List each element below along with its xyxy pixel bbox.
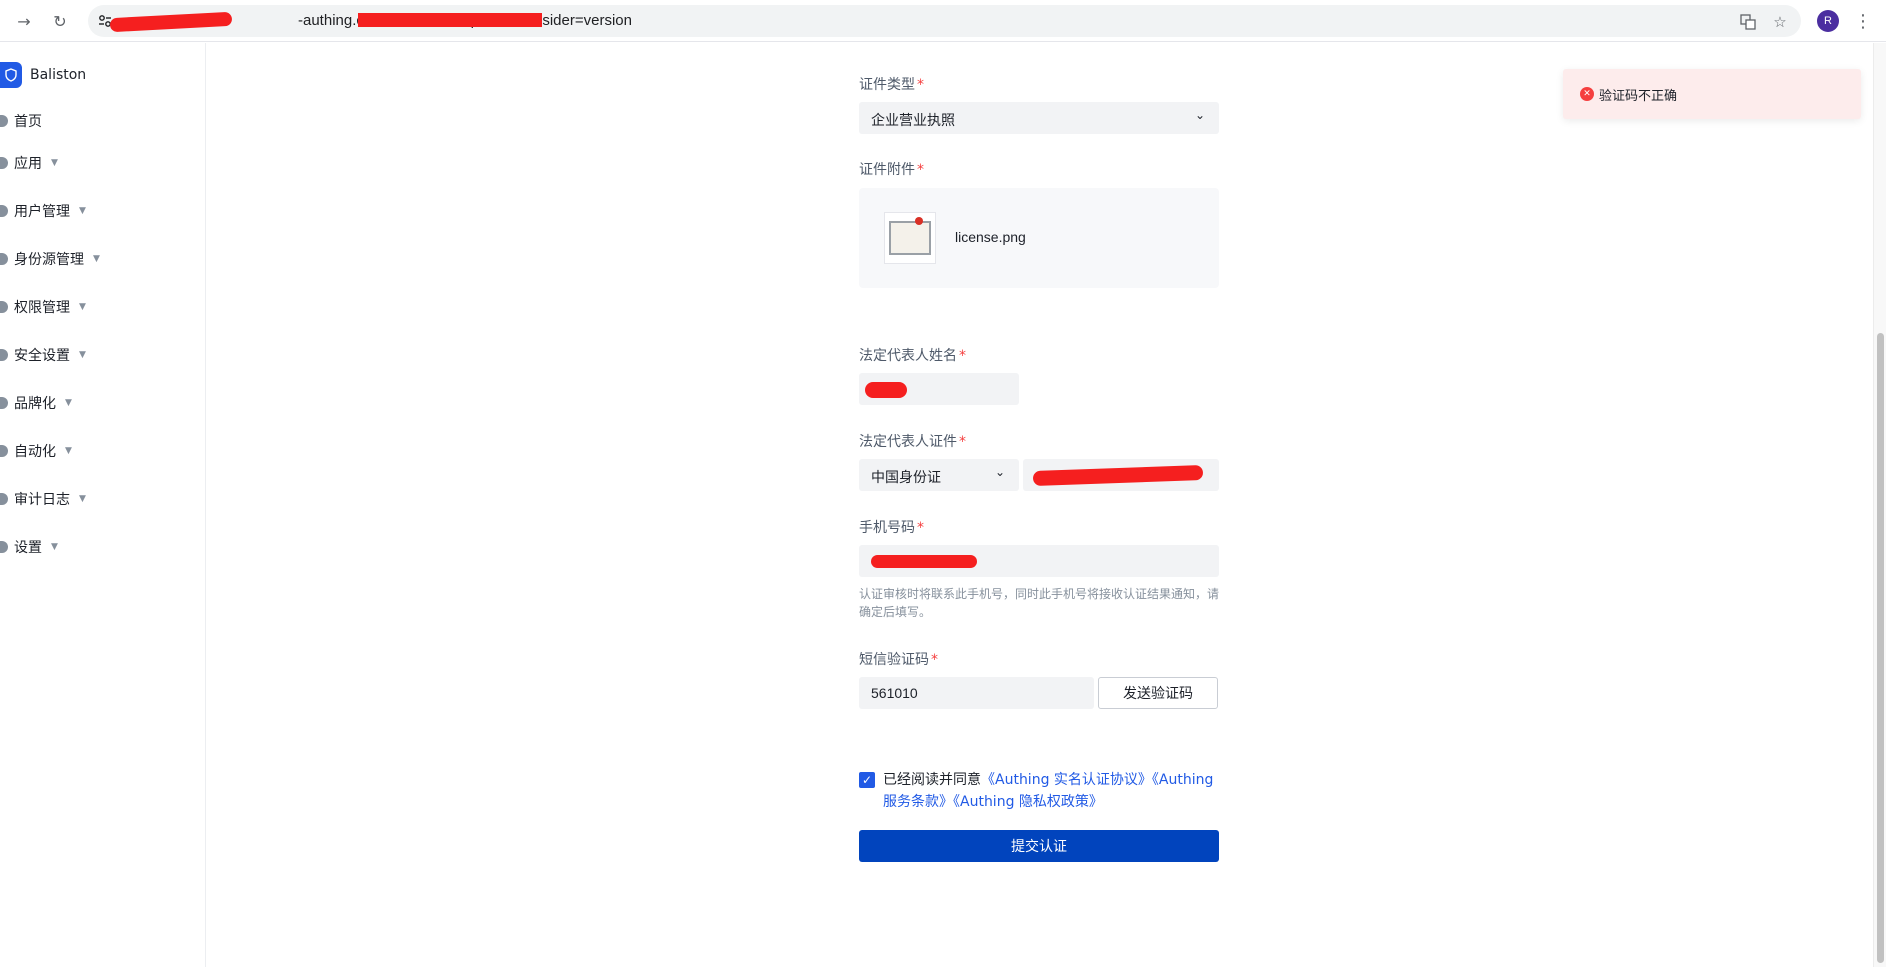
sidebar-item-audit-log[interactable]: 审计日志 ▼ (0, 486, 86, 512)
chevron-down-icon: ▼ (65, 398, 72, 408)
phone-label: 手机号码 * (859, 520, 924, 536)
redaction-mark (865, 382, 907, 398)
sidebar-item-branding[interactable]: 品牌化 ▼ (0, 390, 72, 416)
cert-attachment-label: 证件附件 * (859, 162, 924, 178)
legal-rep-cert-label: 法定代表人证件 * (859, 434, 966, 450)
cert-type-label: 证件类型 * (859, 77, 924, 93)
sms-code-input[interactable]: 561010 (859, 677, 1094, 709)
agreement-text: 已经阅读并同意 (883, 772, 981, 788)
chevron-down-icon: ▼ (51, 542, 58, 552)
license-thumbnail[interactable] (884, 212, 936, 264)
error-icon: ✕ (1580, 87, 1594, 101)
page-scrollbar[interactable] (1873, 43, 1886, 967)
scrollbar-thumb[interactable] (1877, 333, 1884, 963)
sidebar-item-security[interactable]: 安全设置 ▼ (0, 342, 86, 368)
toast-message: 验证码不正确 (1599, 89, 1678, 104)
chevron-down-icon: ▼ (79, 494, 86, 504)
sms-code-label: 短信验证码 * (859, 652, 938, 668)
certificate-image-icon (889, 217, 931, 255)
more-vert-icon[interactable]: ⋮ (1854, 9, 1872, 33)
chevron-down-icon: ▼ (79, 350, 86, 360)
translate-icon[interactable] (1739, 13, 1757, 31)
sidebar-item-permissions[interactable]: 权限管理 ▼ (0, 294, 86, 320)
brand-name: Baliston (30, 67, 87, 83)
back-arrow-icon[interactable]: → (12, 9, 36, 33)
phone-hint: 认证审核时将联系此手机号，同时此手机号将接收认证结果通知，请确定后填写。 (859, 587, 1220, 619)
sidebar-item-identity-sources[interactable]: 身份源管理 ▼ (0, 246, 100, 272)
cert-attachment-upload[interactable]: license.png (859, 188, 1219, 288)
brand[interactable]: Baliston (0, 60, 86, 90)
chevron-down-icon: ⌄ (1195, 108, 1206, 122)
audit-log-icon (0, 493, 8, 505)
redaction-mark (109, 11, 233, 33)
sidebar-item-home[interactable]: 首页 (0, 108, 42, 134)
file-name: license.png (955, 229, 1026, 245)
legal-rep-name-label: 法定代表人姓名 * (859, 348, 966, 364)
chevron-down-icon: ▼ (65, 446, 72, 456)
agreement: ✓ 已经阅读并同意《Authing 实名认证协议》《Authing 服务条款》《… (859, 769, 1221, 813)
identity-icon (0, 253, 8, 265)
address-bar[interactable]: -authing.cn/console/6 20/quantities/?sid… (88, 5, 1801, 37)
chevron-down-icon: ⌄ (995, 465, 1006, 479)
legal-rep-cert-number-input[interactable]: 2002 (1023, 459, 1219, 491)
chevron-down-icon: ▼ (79, 302, 86, 312)
chevron-down-icon: ▼ (93, 254, 100, 264)
phone-input[interactable] (859, 545, 1219, 577)
legal-rep-cert-type-select[interactable]: 中国身份证 ⌄ (859, 459, 1019, 491)
browser-toolbar: → ↻ -authing.cn/console/6 20/quantities/… (0, 0, 1886, 42)
apps-icon (0, 157, 8, 169)
security-icon (0, 349, 8, 361)
sidebar-item-settings[interactable]: 设置 ▼ (0, 534, 58, 560)
automation-icon (0, 445, 8, 457)
redaction-mark (871, 555, 977, 568)
sidebar-item-users[interactable]: 用户管理 ▼ (0, 198, 86, 224)
sidebar: Baliston 首页 应用 ▼ 用户管理 ▼ 身份源管理 ▼ 权限管理 ▼ 安… (0, 43, 206, 967)
legal-rep-name-input[interactable] (859, 373, 1019, 405)
submit-button[interactable]: 提交认证 (859, 830, 1219, 862)
send-code-button[interactable]: 发送验证码 (1098, 677, 1218, 709)
error-toast: ✕ 验证码不正确 (1563, 69, 1861, 119)
permissions-icon (0, 301, 8, 313)
agreement-checkbox[interactable]: ✓ (859, 772, 875, 788)
home-icon (0, 115, 8, 127)
chevron-down-icon: ▼ (79, 206, 86, 216)
shield-logo-icon (0, 62, 22, 88)
sidebar-item-apps[interactable]: 应用 ▼ (0, 150, 58, 176)
reload-icon[interactable]: ↻ (48, 9, 72, 33)
chevron-down-icon: ▼ (51, 158, 58, 168)
profile-avatar[interactable]: R (1817, 10, 1839, 32)
redaction-mark (358, 13, 542, 27)
star-icon[interactable]: ☆ (1771, 13, 1789, 31)
cert-type-select[interactable]: 企业营业执照 ⌄ (859, 102, 1219, 134)
sidebar-item-automation[interactable]: 自动化 ▼ (0, 438, 72, 464)
branding-icon (0, 397, 8, 409)
settings-icon (0, 541, 8, 553)
users-icon (0, 205, 8, 217)
